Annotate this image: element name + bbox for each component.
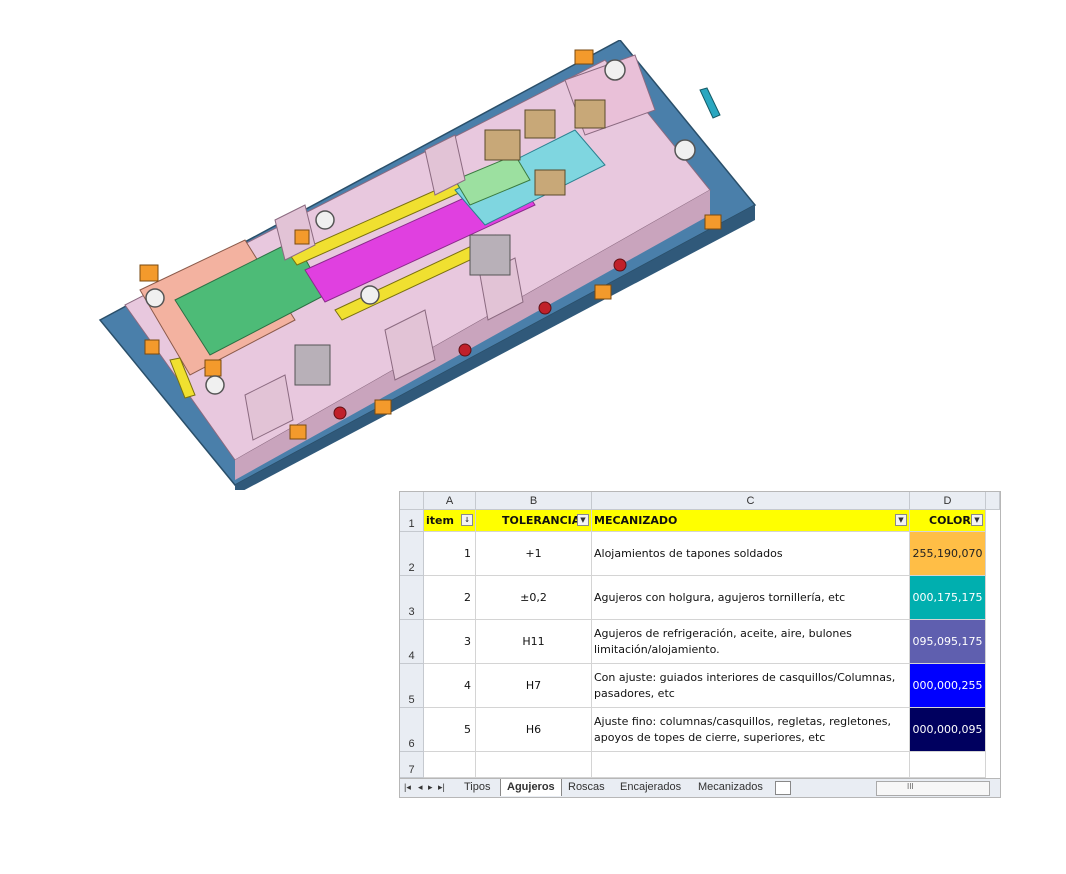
grey-block-1 — [469, 234, 511, 276]
scroll-thumb[interactable]: III — [907, 782, 914, 791]
row-header-1[interactable]: 1 — [400, 510, 424, 532]
sort-filter-icon[interactable]: ↓ — [461, 514, 473, 526]
bushing-4 — [205, 375, 225, 395]
sheet-tab-bar: |◂ ◂ ▸ ▸| Tipos Agujeros Roscas Encajera… — [400, 778, 1000, 797]
header-cell-color[interactable]: COLOR ▼ — [910, 510, 986, 532]
mecanizado-line-2: apoyos de topes de cierre, superiores, e… — [594, 730, 826, 744]
grey-block-2 — [294, 344, 331, 386]
mecanizado-line-1: Con ajuste: guiados interiores de casqui… — [594, 670, 896, 684]
orange-clamp-2 — [704, 214, 722, 230]
mecanizado-line-1: Agujeros con holgura, agujeros torniller… — [594, 590, 846, 604]
cell-color[interactable]: 255,190,070 — [910, 532, 986, 576]
bushing-6 — [360, 285, 380, 305]
cell-tolerancia[interactable]: H6 — [476, 708, 592, 752]
spreadsheet-window: A B C D 1 2 3 4 5 6 7 item ↓ TOLERANCIA … — [399, 491, 1001, 798]
empty-cell[interactable] — [476, 752, 592, 778]
empty-cell[interactable] — [910, 752, 986, 778]
cell-mecanizado[interactable]: Agujeros de refrigeración, aceite, aire,… — [592, 620, 910, 664]
select-all-corner[interactable] — [400, 492, 424, 510]
clamp-block-2 — [524, 109, 556, 139]
tab-tipos[interactable]: Tipos — [458, 779, 497, 796]
cell-mecanizado[interactable]: Con ajuste: guiados interiores de casqui… — [592, 664, 910, 708]
red-stop-3 — [538, 301, 552, 315]
row-header-2[interactable]: 2 — [400, 532, 424, 576]
bushing-5 — [315, 210, 335, 230]
mecanizado-line-2: limitación/alojamiento. — [594, 642, 720, 656]
cad-fixture-render — [98, 40, 757, 490]
cell-mecanizado[interactable]: Agujeros con holgura, agujeros torniller… — [592, 576, 910, 620]
orange-clamp-1 — [574, 49, 594, 65]
row-header-3[interactable]: 3 — [400, 576, 424, 620]
orange-clamp-9 — [144, 339, 160, 355]
cell-tolerancia[interactable]: +1 — [476, 532, 592, 576]
header-color-label: COLOR — [929, 514, 971, 527]
bushing-3 — [145, 288, 165, 308]
header-tolerancia-label: TOLERANCIA — [502, 514, 581, 527]
cell-item[interactable]: 2 — [424, 576, 476, 620]
tab-agujeros[interactable]: Agujeros — [500, 779, 562, 796]
orange-clamp-6 — [294, 229, 310, 245]
clamp-block-4 — [534, 169, 566, 196]
header-item-label: item — [426, 514, 454, 527]
row-header-4[interactable]: 4 — [400, 620, 424, 664]
cell-item[interactable]: 5 — [424, 708, 476, 752]
header-cell-mecanizado[interactable]: MECANIZADO ▼ — [592, 510, 910, 532]
insert-sheet-icon[interactable] — [775, 781, 791, 795]
orange-clamp-8 — [594, 284, 612, 300]
column-header-blank — [986, 492, 1000, 510]
bushing-2 — [674, 139, 696, 161]
column-header-b[interactable]: B — [476, 492, 592, 510]
filter-dropdown-icon[interactable]: ▼ — [577, 514, 589, 526]
cell-item[interactable]: 1 — [424, 532, 476, 576]
cell-color[interactable]: 000,175,175 — [910, 576, 986, 620]
bushing-1 — [604, 59, 626, 81]
prev-sheet-icon[interactable]: ◂ — [418, 782, 423, 793]
mecanizado-line-1: Ajuste fino: columnas/casquillos, reglet… — [594, 714, 891, 728]
first-sheet-icon[interactable]: |◂ — [404, 782, 411, 793]
horizontal-scrollbar[interactable]: III — [876, 781, 990, 796]
orange-clamp-5 — [289, 424, 307, 440]
empty-cell[interactable] — [424, 752, 476, 778]
cell-item[interactable]: 3 — [424, 620, 476, 664]
filter-dropdown-icon[interactable]: ▼ — [895, 514, 907, 526]
header-cell-tolerancia[interactable]: TOLERANCIA ▼ — [476, 510, 592, 532]
column-header-a[interactable]: A — [424, 492, 476, 510]
header-mecanizado-label: MECANIZADO — [594, 514, 678, 527]
tab-mecanizados[interactable]: Mecanizados — [692, 779, 769, 796]
row-header-7[interactable]: 7 — [400, 752, 424, 778]
cell-tolerancia[interactable]: H11 — [476, 620, 592, 664]
mecanizado-line-1: Agujeros de refrigeración, aceite, aire,… — [594, 626, 852, 640]
row-header-5[interactable]: 5 — [400, 664, 424, 708]
tab-encajerados[interactable]: Encajerados — [614, 779, 687, 796]
clamp-block-3 — [574, 99, 606, 129]
orange-clamp-3 — [139, 264, 159, 282]
orange-clamp-4 — [204, 359, 222, 377]
column-header-d[interactable]: D — [910, 492, 986, 510]
last-sheet-icon[interactable]: ▸| — [438, 782, 445, 793]
column-header-c[interactable]: C — [592, 492, 910, 510]
filter-dropdown-icon[interactable]: ▼ — [971, 514, 983, 526]
cell-mecanizado[interactable]: Alojamientos de tapones soldados — [592, 532, 910, 576]
cell-color[interactable]: 000,000,095 — [910, 708, 986, 752]
next-sheet-icon[interactable]: ▸ — [428, 782, 433, 793]
red-stop-2 — [458, 343, 472, 357]
tab-roscas[interactable]: Roscas — [562, 779, 611, 796]
orange-clamp-7 — [374, 399, 392, 415]
red-stop-4 — [613, 258, 627, 272]
cell-mecanizado[interactable]: Ajuste fino: columnas/casquillos, reglet… — [592, 708, 910, 752]
clamp-block-1 — [484, 129, 521, 161]
cell-item[interactable]: 4 — [424, 664, 476, 708]
header-cell-item[interactable]: item ↓ — [424, 510, 476, 532]
cyan-handle — [699, 87, 721, 119]
cell-color[interactable]: 000,000,255 — [910, 664, 986, 708]
mecanizado-line-2: pasadores, etc — [594, 686, 675, 700]
red-stop-1 — [333, 406, 347, 420]
empty-cell[interactable] — [592, 752, 910, 778]
cell-tolerancia[interactable]: ±0,2 — [476, 576, 592, 620]
row-header-6[interactable]: 6 — [400, 708, 424, 752]
mecanizado-line-1: Alojamientos de tapones soldados — [594, 546, 783, 560]
cell-color[interactable]: 095,095,175 — [910, 620, 986, 664]
cell-tolerancia[interactable]: H7 — [476, 664, 592, 708]
